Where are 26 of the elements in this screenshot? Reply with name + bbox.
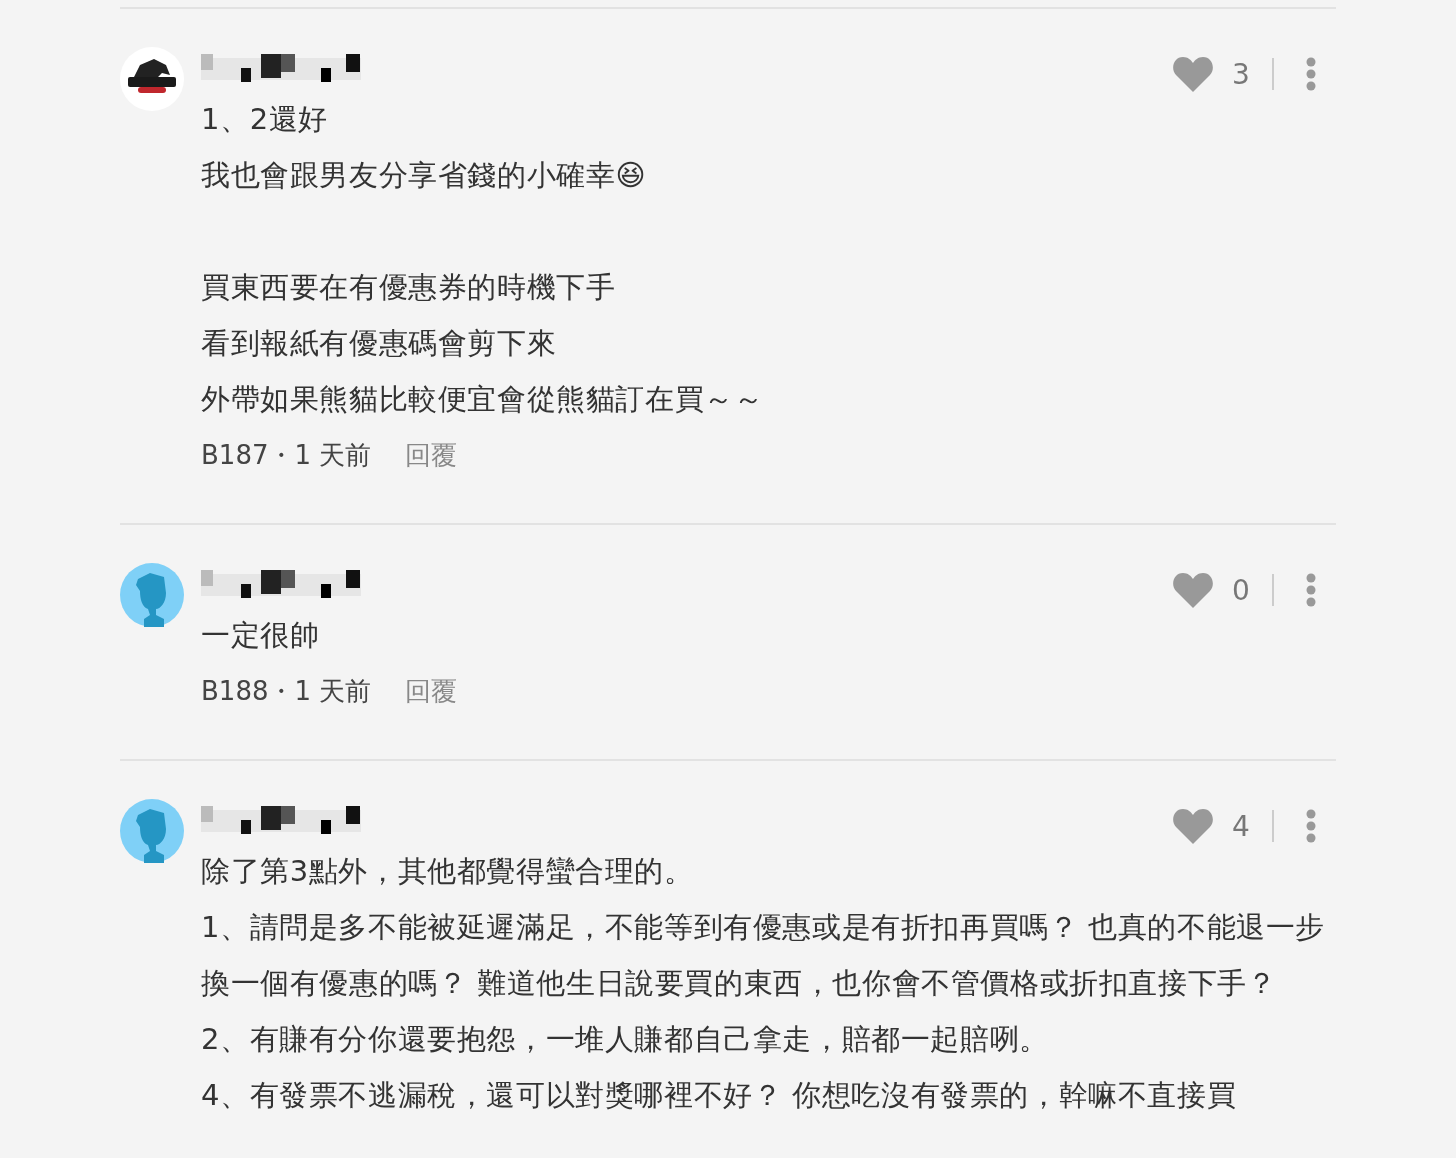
like-count: 4 bbox=[1232, 809, 1251, 843]
like-count: 3 bbox=[1232, 57, 1251, 91]
avatar-icon bbox=[120, 563, 184, 627]
like-count: 0 bbox=[1232, 573, 1251, 607]
reply-link[interactable]: 回覆 bbox=[405, 440, 458, 470]
more-options-icon[interactable] bbox=[1306, 57, 1316, 91]
comment-text: 4、有發票不逃漏稅，還可以對獎哪裡不好？ 你想吃沒有發票的，幹嘛不直接買 bbox=[201, 1077, 1238, 1114]
comment-text: 看到報紙有優惠碼會剪下來 bbox=[201, 325, 558, 362]
floor-time: B187・1 天前 bbox=[201, 440, 372, 470]
floor-time: B188・1 天前 bbox=[201, 676, 372, 706]
comment-text: 買東西要在有優惠券的時機下手 bbox=[201, 269, 617, 306]
more-options-icon[interactable] bbox=[1306, 809, 1316, 843]
comment-text: 1、2還好 bbox=[201, 101, 329, 138]
comment-text: 一定很帥 bbox=[201, 617, 321, 654]
comment-text: 2、有賺有分你還要抱怨，一堆人賺都自己拿走，賠都一起賠咧。 bbox=[201, 1021, 1050, 1058]
comment-text: 1、請問是多不能被延遲滿足，不能等到有優惠或是有折扣再買嗎？ 也真的不能退一步換一個有優惠的嗎？ 難道他生日說要買的東西，也你會不管價格或折扣直接下手？ bbox=[201, 909, 1327, 1002]
comment-text: 外帶如果熊貓比較便宜會從熊貓訂在買～～ bbox=[201, 381, 765, 418]
heart-icon[interactable] bbox=[1172, 571, 1214, 609]
avatar-icon bbox=[120, 799, 184, 863]
comment-text: 除了第3點外，其他都覺得蠻合理的。 bbox=[201, 853, 695, 890]
reply-link[interactable]: 回覆 bbox=[405, 676, 458, 706]
logo-avatar-icon bbox=[120, 47, 184, 111]
heart-icon[interactable] bbox=[1172, 807, 1214, 845]
comment-text: 我也會跟男友分享省錢的小確幸😆 bbox=[201, 157, 648, 194]
more-options-icon[interactable] bbox=[1306, 573, 1316, 607]
heart-icon[interactable] bbox=[1172, 55, 1214, 93]
